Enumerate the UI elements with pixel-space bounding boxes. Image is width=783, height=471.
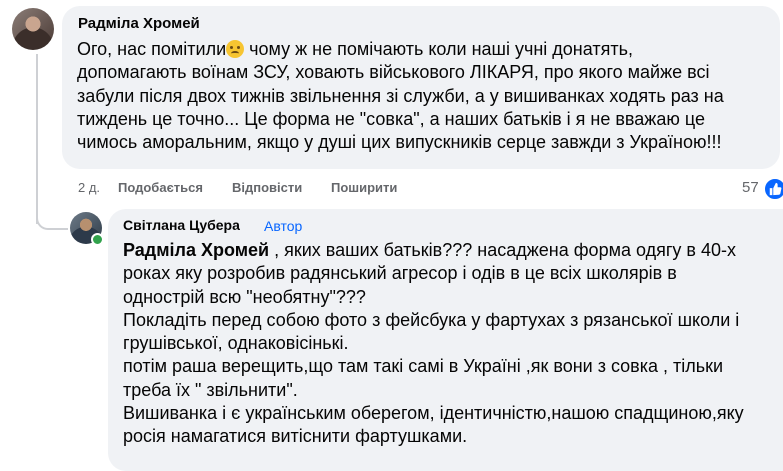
reply-author[interactable]: Світлана Цубера	[123, 217, 240, 233]
share-button[interactable]: Поширити	[331, 180, 397, 195]
author-badge: Автор	[264, 218, 303, 234]
crying-face-emoji-icon	[226, 40, 245, 58]
comment-text: Ого, нас помітили чому ж не помічають ко…	[77, 39, 724, 153]
thread-connector	[36, 190, 68, 230]
reply-text: Радміла Хромей , яких ваших батьків??? н…	[123, 240, 744, 447]
reaction-count[interactable]: 57	[742, 179, 759, 196]
mention-link[interactable]: Радміла Хромей	[123, 240, 269, 260]
comment-time[interactable]: 2 д.	[78, 180, 100, 195]
avatar[interactable]	[12, 8, 54, 50]
like-button[interactable]: Подобається	[118, 180, 203, 195]
like-reaction-icon[interactable]	[763, 177, 783, 201]
reply-button[interactable]: Відповісти	[232, 180, 302, 195]
online-status-icon	[91, 233, 104, 246]
comment-author[interactable]: Радміла Хромей	[78, 15, 200, 32]
